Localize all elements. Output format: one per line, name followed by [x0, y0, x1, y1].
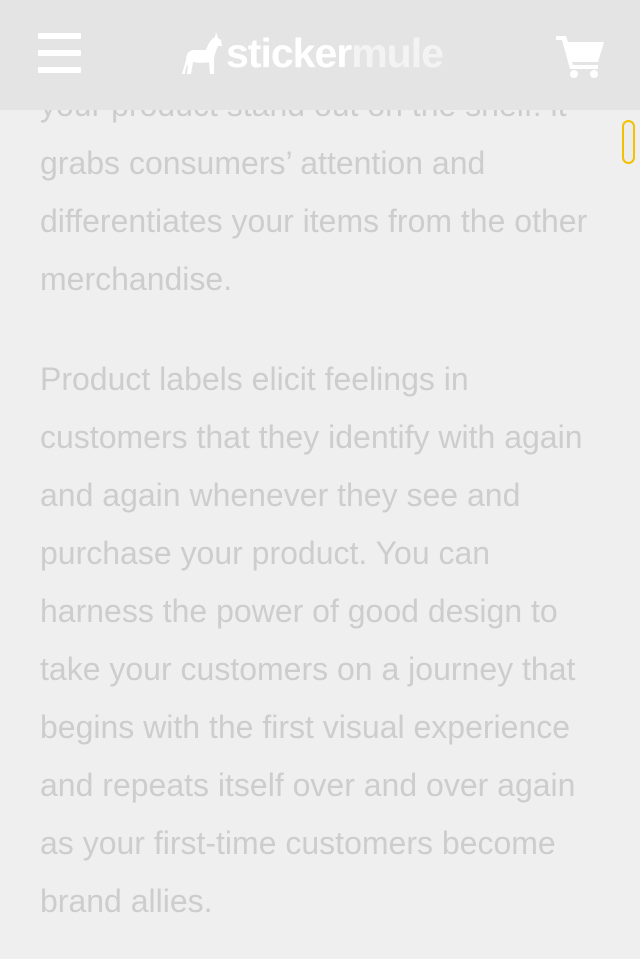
shopping-cart-icon — [556, 36, 604, 78]
article-body: your product stand out on the shelf: it … — [40, 76, 610, 959]
hamburger-menu-icon — [38, 33, 81, 39]
article-paragraph: Product labels elicit feelings in custom… — [40, 361, 583, 919]
hamburger-menu-icon — [38, 50, 81, 56]
mule-icon — [182, 32, 222, 74]
cart-button[interactable] — [556, 34, 606, 78]
scroll-indicator[interactable] — [622, 120, 635, 164]
sticker-mule-logo[interactable]: stickermule — [178, 27, 444, 79]
menu-button[interactable] — [34, 30, 84, 76]
top-navigation-bar: stickermule — [0, 0, 640, 110]
hamburger-menu-icon — [38, 67, 81, 73]
logo-wordmark: stickermule — [226, 30, 444, 76]
page: your product stand out on the shelf: it … — [0, 0, 640, 959]
article-paragraph: your product stand out on the shelf: it … — [40, 87, 588, 297]
